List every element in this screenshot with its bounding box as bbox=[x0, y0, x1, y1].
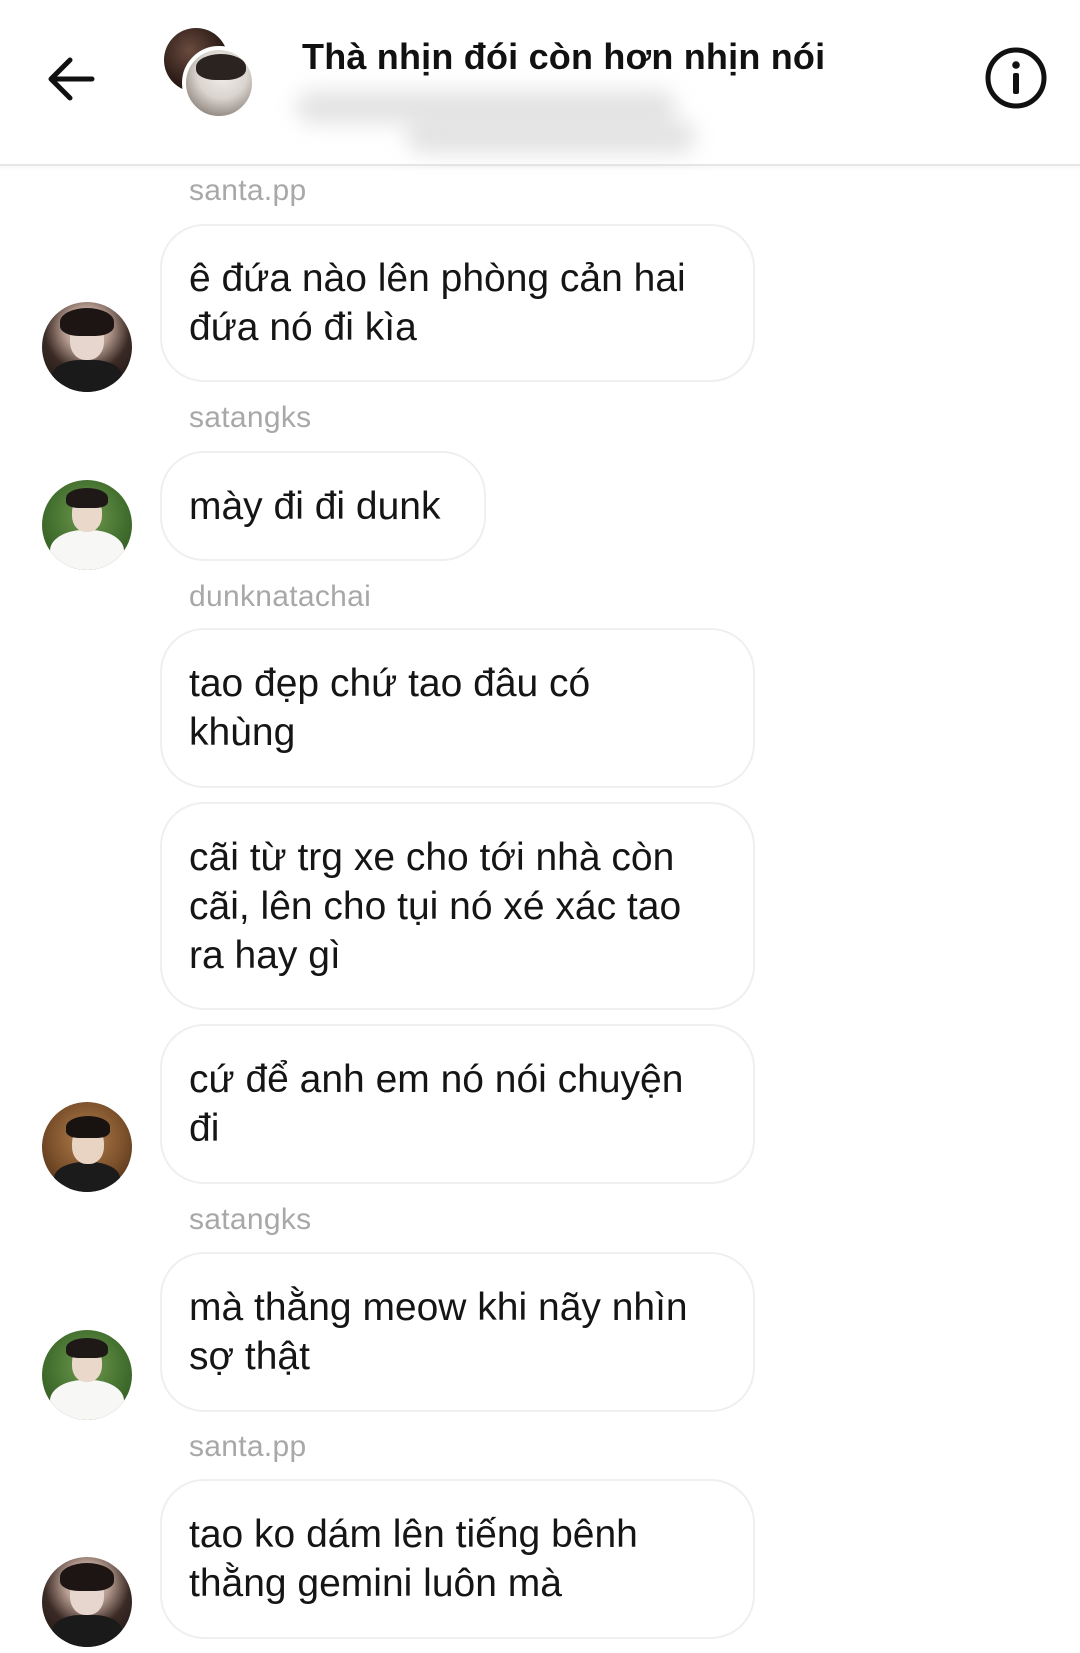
avatar[interactable] bbox=[42, 1102, 132, 1192]
message-bubble[interactable]: ê đứa nào lên phòng cản hai đứa nó đi kì… bbox=[160, 224, 755, 382]
message-bubble[interactable]: mày đi đi dunk bbox=[160, 451, 486, 561]
avatar[interactable] bbox=[42, 480, 132, 570]
sender-name: satangks bbox=[189, 401, 312, 434]
message-line: mày đi đi dunk bbox=[189, 484, 441, 528]
sender-name: santa.pp bbox=[189, 174, 307, 207]
sender-name: dunknatachai bbox=[189, 580, 372, 613]
message-line: cứ để anh em nó nói chuyện bbox=[189, 1058, 684, 1101]
chat-title[interactable]: Thà nhịn đói còn hơn nhịn nói bbox=[302, 36, 825, 78]
message-line: tao ko dám lên tiếng bênh bbox=[189, 1513, 638, 1556]
group-avatar[interactable] bbox=[164, 28, 256, 120]
message-line: ra hay gì bbox=[189, 933, 341, 977]
blurred-subtitle bbox=[296, 86, 696, 158]
info-button[interactable] bbox=[984, 46, 1048, 110]
chat-header: Thà nhịn đói còn hơn nhịn nói bbox=[0, 0, 1080, 166]
message-bubble[interactable]: cãi từ trg xe cho tới nhà còn cãi, lên c… bbox=[160, 802, 755, 1010]
message-line: tao đẹp chứ tao đâu có bbox=[189, 662, 591, 705]
message-bubble[interactable]: tao ko dám lên tiếng bênh thằng gemini l… bbox=[160, 1479, 755, 1639]
message-line: cãi, lên cho tụi nó xé xác tao bbox=[189, 884, 682, 928]
arrow-left-icon bbox=[48, 57, 95, 101]
message-line: thằng gemini luôn mà bbox=[189, 1562, 562, 1605]
sender-name: satangks bbox=[189, 1203, 312, 1236]
avatar[interactable] bbox=[42, 302, 132, 392]
group-avatar-member bbox=[182, 46, 256, 120]
back-button[interactable] bbox=[40, 48, 102, 110]
message-line: sợ thật bbox=[189, 1335, 310, 1378]
sender-name: santa.pp bbox=[189, 1430, 307, 1463]
message-line: ê đứa nào lên phòng cản hai bbox=[189, 257, 686, 300]
avatar[interactable] bbox=[42, 1557, 132, 1647]
message-line: đứa nó đi kìa bbox=[189, 306, 417, 349]
message-bubble[interactable]: cứ để anh em nó nói chuyện đi bbox=[160, 1024, 755, 1184]
message-line: cãi từ trg xe cho tới nhà còn bbox=[189, 835, 675, 879]
info-circle-icon bbox=[985, 47, 1047, 109]
message-bubble[interactable]: mà thằng meow khi nãy nhìn sợ thật bbox=[160, 1252, 755, 1412]
message-line: khùng bbox=[189, 711, 296, 754]
avatar[interactable] bbox=[42, 1330, 132, 1420]
message-line: đi bbox=[189, 1107, 220, 1150]
message-line: mà thằng meow khi nãy nhìn bbox=[189, 1286, 688, 1329]
message-bubble[interactable]: tao đẹp chứ tao đâu có khùng bbox=[160, 628, 755, 788]
